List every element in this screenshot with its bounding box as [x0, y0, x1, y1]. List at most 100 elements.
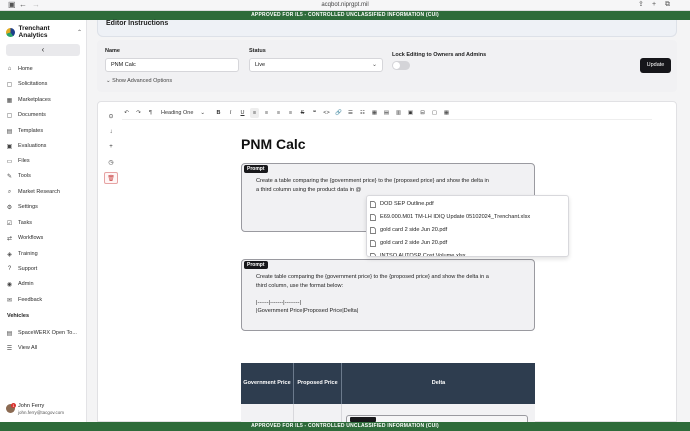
status-select[interactable]: Live ⌄: [249, 58, 383, 72]
delete-icon[interactable]: 🗑: [104, 172, 118, 184]
vehicle-item[interactable]: ☰ View All: [6, 342, 84, 354]
vehicle-item[interactable]: ▤ SpaceWERX Open To...: [6, 327, 84, 339]
home-icon: ⌂: [7, 66, 12, 72]
strikethrough-icon[interactable]: S: [298, 108, 307, 118]
sidebar-item-admin[interactable]: ◉ Admin: [6, 278, 84, 290]
plus-icon[interactable]: +: [104, 141, 118, 153]
file-icon: [370, 226, 376, 234]
share-icon[interactable]: ⇪: [638, 0, 644, 10]
tabs-overview-icon[interactable]: ⧉: [665, 0, 670, 10]
sidebar-item-evaluations[interactable]: ▣ Evaluations: [6, 140, 84, 152]
table-cell[interactable]: [294, 404, 342, 422]
sidebar-item-solicitations[interactable]: ▢ Solicitations: [6, 78, 84, 90]
sidebar-item-tools[interactable]: ✎ Tools: [6, 170, 84, 182]
mention-option[interactable]: gold card 2 side Jun 20.pdf: [370, 224, 568, 236]
mention-option[interactable]: E69.000.M01 TM-LH IDIQ Update 05102024_T…: [370, 211, 568, 223]
italic-icon[interactable]: I: [226, 108, 235, 118]
comparison-table: Government Price Proposed Price Delta: [241, 363, 535, 422]
admin-icon: ◉: [6, 281, 13, 288]
blockquote-icon[interactable]: ❝: [310, 108, 319, 118]
sidebar-item-label: Support: [18, 266, 38, 272]
image-icon[interactable]: ▦: [370, 108, 379, 118]
user-email: john.ferry@tacgov.com: [18, 410, 65, 415]
sidebar-item-market-research[interactable]: ⌕ Market Research: [6, 186, 84, 198]
heading-select[interactable]: Heading One ⌄: [158, 108, 208, 118]
sidebar-item-label: Settings: [18, 204, 38, 210]
back-arrow-icon[interactable]: ←: [19, 0, 27, 10]
training-icon: ◈: [7, 251, 12, 258]
support-icon: ?: [7, 266, 12, 272]
table-cell[interactable]: [241, 404, 294, 422]
heading-value: Heading One: [161, 110, 194, 116]
forward-arrow-icon[interactable]: →: [32, 0, 40, 10]
underline-icon[interactable]: U: [238, 108, 247, 118]
sidebar-item-training[interactable]: ◈ Training: [6, 248, 84, 260]
file-icon: [370, 213, 376, 221]
update-button[interactable]: Update: [640, 58, 671, 73]
clock-icon[interactable]: ◷: [104, 156, 118, 168]
sidebar-item-label: Marketplaces: [18, 97, 51, 103]
sidebar-item-templates[interactable]: ▤ Templates: [6, 125, 84, 137]
move-down-icon[interactable]: ↓: [104, 126, 118, 138]
sidebar-item-support[interactable]: ? Support: [6, 263, 84, 275]
page-title: Editor Instructions: [106, 20, 169, 27]
table-icon[interactable]: ▤: [382, 108, 391, 118]
paragraph-icon[interactable]: ¶: [146, 108, 155, 118]
collapse-sidebar-button[interactable]: ‹: [6, 44, 80, 56]
link-icon[interactable]: 🔗: [334, 108, 343, 118]
lock-editing-toggle[interactable]: [392, 61, 410, 70]
align-right-icon[interactable]: ≡: [274, 108, 283, 118]
bold-icon[interactable]: B: [214, 108, 223, 118]
mention-option[interactable]: DOD SEP Outline.pdf: [370, 198, 568, 210]
show-advanced-options[interactable]: ⌄ Show Advanced Options: [106, 78, 172, 84]
grid-block-icon[interactable]: ▦: [442, 108, 451, 118]
prompt-text-2[interactable]: Create table comparing the {government p…: [256, 273, 531, 316]
comment-icon[interactable]: ▣: [406, 108, 415, 118]
sidebar-item-tasks[interactable]: ☑ Tasks: [6, 217, 84, 229]
lock-editing-label: Lock Editing to Owners and Admins: [392, 52, 487, 58]
name-field[interactable]: PNM Calc: [105, 58, 239, 72]
prompt-block-icon[interactable]: ▢: [430, 108, 439, 118]
sidebar-item-home[interactable]: ⌂ Home: [6, 63, 84, 75]
formatting-toolbar: ↶ ↷ ¶ Heading One ⌄ B I U ≡ ≡ ≡ ≡ S ❝ <> …: [122, 107, 652, 120]
prompt-block-2[interactable]: Prompt Create table comparing the {gover…: [241, 259, 535, 331]
document-icon: ▢: [6, 112, 13, 119]
sidebar-item-workflows[interactable]: ⇄ Workflows: [6, 232, 84, 244]
prompt-text-1[interactable]: Create a table comparing the {government…: [256, 177, 531, 194]
user-profile[interactable]: 1 John Ferry john.ferry@tacgov.com: [6, 401, 84, 421]
org-switcher[interactable]: Trenchant Analytics ⌃: [6, 25, 82, 39]
mention-option-label: INTSO AUTOSP Cost Volume.xlsx: [380, 253, 466, 257]
justify-icon[interactable]: ≡: [286, 108, 295, 118]
add-block-icon[interactable]: ⊙: [104, 110, 118, 122]
mention-option[interactable]: INTSO AUTOSP Cost Volume.xlsx: [370, 250, 568, 257]
new-tab-icon[interactable]: +: [652, 0, 656, 10]
table-header-delta[interactable]: Delta: [342, 363, 535, 404]
sidebar-item-documents[interactable]: ▢ Documents: [6, 109, 84, 121]
sidebar-item-label: Training: [18, 251, 38, 257]
vehicle-label: View All: [18, 345, 38, 351]
align-center-icon[interactable]: ≡: [262, 108, 271, 118]
bullet-list-icon[interactable]: ☰: [346, 108, 355, 118]
sidebar-item-settings[interactable]: ⚙ Settings: [6, 201, 84, 213]
table-header-proposed-price[interactable]: Proposed Price: [294, 363, 342, 404]
status-label: Status: [249, 48, 266, 54]
redo-icon[interactable]: ↷: [134, 108, 143, 118]
align-left-icon[interactable]: ≡: [250, 108, 259, 118]
numbered-list-icon[interactable]: ☷: [358, 108, 367, 118]
columns-icon[interactable]: ▥: [394, 108, 403, 118]
sidebar-item-label: Admin: [18, 281, 34, 287]
table-header-government-price[interactable]: Government Price: [241, 363, 294, 404]
document-title[interactable]: PNM Calc: [241, 136, 306, 152]
code-icon[interactable]: <>: [322, 108, 331, 118]
sidebar-item-feedback[interactable]: ✉ Feedback: [6, 294, 84, 306]
sidebar-toggle-icon[interactable]: ▣: [8, 0, 16, 10]
mention-option[interactable]: gold card 2 side Jun 20.pdf: [370, 237, 568, 249]
address-bar[interactable]: acqbot.niprgpt.mil: [300, 1, 390, 10]
toggle-block-icon[interactable]: ⊟: [418, 108, 427, 118]
browser-toolbar: ▣ ← → acqbot.niprgpt.mil ⇪ + ⧉: [0, 0, 690, 11]
sidebar-item-marketplaces[interactable]: ▦ Marketplaces: [6, 94, 84, 106]
clipboard-icon: ▣: [6, 143, 13, 150]
status-value: Live: [255, 62, 266, 68]
sidebar-item-files[interactable]: ▭ Files: [6, 155, 84, 167]
undo-icon[interactable]: ↶: [122, 108, 131, 118]
